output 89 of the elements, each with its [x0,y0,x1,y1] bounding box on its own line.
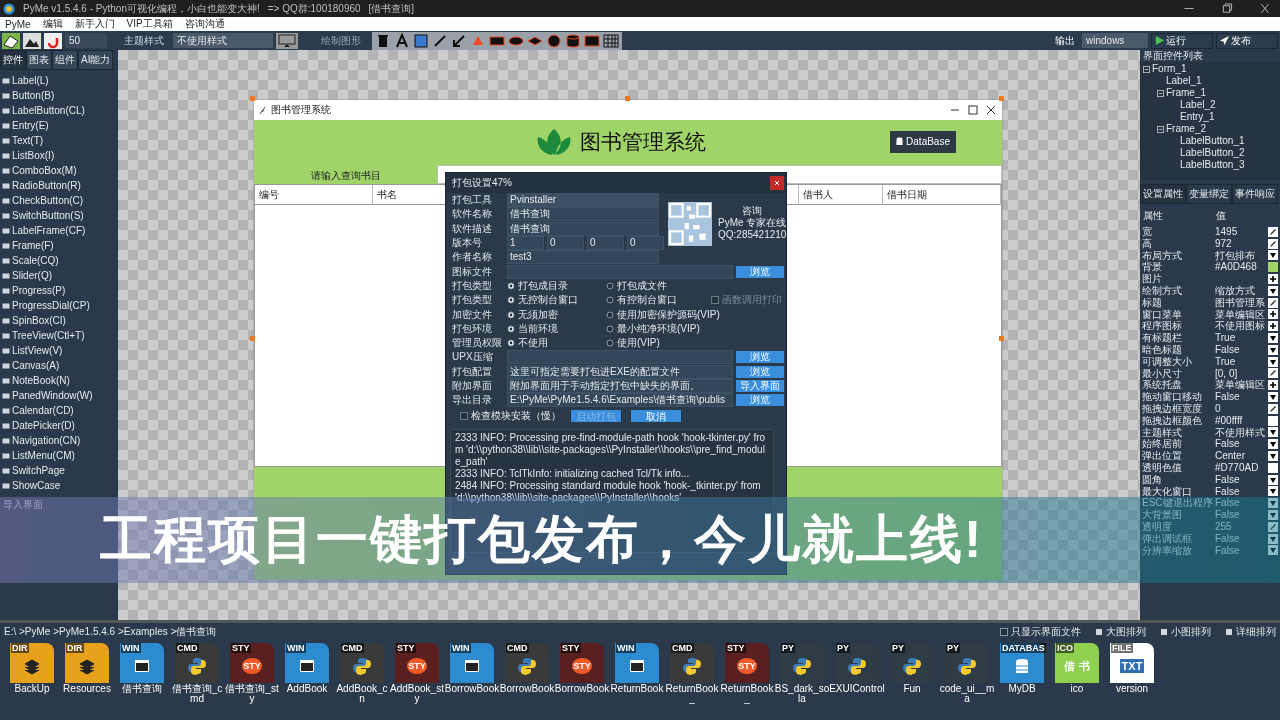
file-glyph-text: STY [572,658,592,674]
property-name: 大背景图 [1142,509,1183,521]
property-name: ESC键退出程序 [1142,497,1214,509]
property-name: 主题样式 [1142,426,1182,439]
consult-text: 咨询 [742,205,763,217]
property-name: 分辨率缩放 [1142,544,1193,557]
field-label: 打包工具 [452,193,493,208]
field-label: 管理员权限 [452,336,503,351]
file-type-tag: WIN [121,643,141,653]
file-type-tag: PY [891,643,905,653]
property-name: 有标题栏 [1142,332,1183,344]
output-label: 输出 [1054,33,1076,48]
window-title: => QQ群:100180960 [267,1,361,16]
field-label: 版本号 [452,236,483,251]
property-name: 弹出调试框 [1142,532,1193,545]
file-type-tag: STY [396,643,416,653]
file-type-tag: DIR [11,643,29,653]
property-name: 透明度 [1142,520,1173,533]
draw-shapes-label: 绘制图形 [320,33,362,48]
property-name: 始终居前 [1142,438,1183,450]
property-name: 最小尺寸 [1142,367,1183,379]
consult-text: QQ:285421210 [718,229,787,241]
property-name: 系统托盘 [1142,379,1183,391]
property-name: 绘制方式 [1142,285,1183,297]
log-line: 2333 INFO: TclTkInfo: initializing cached Tcl/Tk info... [455,468,691,481]
field-label: 加密文件 [452,307,493,322]
file-type-tag: FILE [1111,643,1133,653]
file-glyph-text: TXT [1119,659,1145,673]
field-label: 打包配置 [452,364,493,379]
file-type-tag: WIN [616,643,636,653]
field-label: 图标文件 [452,264,493,279]
property-name: 暗色标题 [1142,343,1183,356]
property-name: 拖拽边框宽度 [1142,402,1203,415]
property-name: 可调整大小 [1142,355,1193,368]
file-type-tag: STY [231,643,251,653]
property-name: 透明色值 [1142,461,1183,474]
property-name: 拖动窗口移动 [1142,391,1203,403]
file-type-tag: CMD [671,643,694,653]
file-glyph-text: STY [407,658,427,674]
file-type-tag: DATABAS [1001,643,1046,653]
property-name: 宽 [1142,226,1153,238]
field-label: UPX压缩 [452,350,494,365]
property-name: 标题 [1142,296,1163,309]
dialog-title: 打包设置47% [452,176,512,190]
file-type-tag: STY [726,643,746,653]
file-type-tag: PY [781,643,795,653]
field-label: 导出目录 [452,393,493,408]
field-label: 打包类型 [452,278,493,293]
property-name: 弹出位置 [1142,450,1183,462]
property-name: 最大化窗口 [1142,485,1193,497]
property-name: 图片 [1142,273,1163,285]
file-type-tag: CMD [506,643,529,653]
column-header: 值 [1216,209,1227,223]
window-title: PyMe v1.5.4.6 - Python可视化编程，小白也能变大神! [23,1,260,16]
property-name: 拖拽边框颜色 [1142,414,1203,426]
property-name: 程序图标 [1142,320,1183,333]
consult-text: PyMe 专家在线 [718,217,787,229]
property-name: 圆角 [1142,473,1163,486]
form-title: 图书管理系统 [271,103,331,117]
property-name: 布局方式 [1142,249,1183,261]
file-glyph-text: STY [242,658,262,674]
log-line: 2484 INFO: Processing standard module hook 'hook-_tkinter.py' from 'd:\\python38\\lib\\site-packages\\PyInstaller\\hooks' [455,480,762,505]
window-title: [借书查询] [368,1,415,16]
field-label: 打包类型 [452,293,493,308]
file-type-tag: PY [836,643,850,653]
field-label: 软件描述 [452,221,493,236]
field-label: 作者名称 [452,250,493,265]
file-type-tag: PY [946,643,960,653]
file-type-tag: STY [561,643,581,653]
file-type-tag: WIN [286,643,306,653]
field-label: 软件名称 [452,207,493,222]
property-name: 窗口菜单 [1142,308,1183,320]
file-type-tag: ICO [1056,643,1074,653]
theme-label: 主题样式 [123,33,165,48]
file-type-tag: CMD [176,643,199,653]
search-label: 请输入查询书目 [309,168,382,183]
file-type-tag: DIR [66,643,84,653]
field-label: 附加界面 [452,379,493,393]
field-label: 打包环境 [452,321,493,336]
file-glyph-text: STY [737,658,757,674]
column-header: 属性 [1143,209,1164,223]
app-heading: 图书管理系统 [580,128,707,155]
file-type-tag: CMD [341,643,364,653]
property-name: 背景 [1142,261,1163,273]
file-type-tag: WIN [451,643,471,653]
property-name: 高 [1142,237,1153,250]
panel-title: 界面控件列表 [1142,50,1204,62]
file-glyph-text: 借 书 [1064,658,1090,674]
log-line: 2333 INFO: Processing pre-find-module-path hook 'hook-tkinter.py' from 'd:\\python38\\lib\\site-packages\\PyInstaller\\hooks\\pre_find_module_path' [455,432,767,469]
